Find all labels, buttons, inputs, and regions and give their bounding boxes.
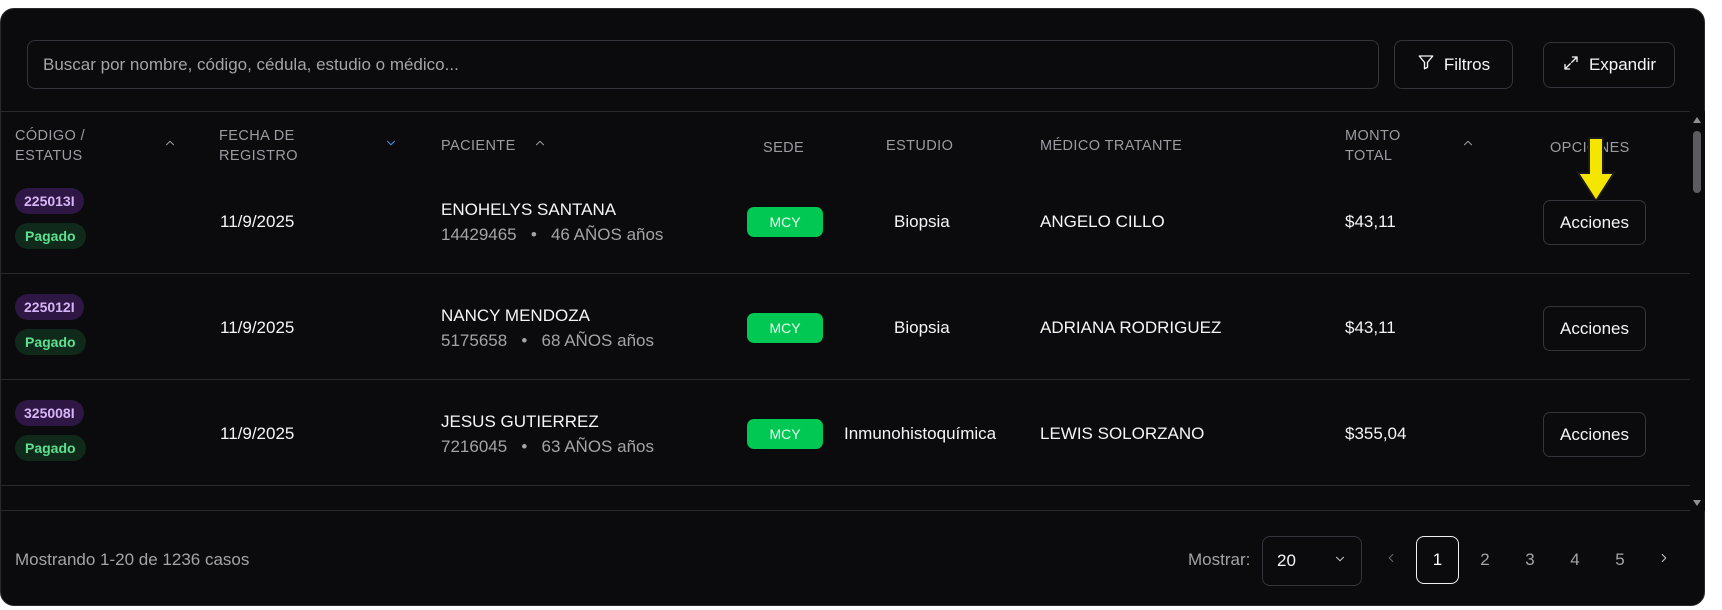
page-button-2[interactable]: 2 (1465, 536, 1505, 584)
patient-age: 68 AÑOS años (541, 331, 654, 350)
table-scrollbar[interactable] (1690, 111, 1705, 511)
filters-label: Filtros (1443, 54, 1491, 74)
header-registro-label: REGISTRO (219, 148, 298, 164)
patient-age: 63 AÑOS años (541, 437, 654, 456)
sede-badge: MCY (747, 419, 823, 449)
expand-label: Expandir (1588, 55, 1657, 74)
page-size-value: 20 (1277, 551, 1296, 570)
patient-details: 5175658 • 68 AÑOS años (441, 331, 654, 351)
total-amount: $43,11 (1345, 212, 1396, 231)
page-size-select[interactable]: 20 (1262, 536, 1362, 586)
acciones-button[interactable]: Acciones (1543, 306, 1646, 351)
sede-badge: MCY (747, 313, 823, 343)
chevron-down-icon[interactable] (384, 136, 398, 155)
header-paciente[interactable]: PACIENTE (441, 136, 516, 156)
study-type: Biopsia (894, 212, 950, 231)
patient-id: 7216045 (441, 437, 508, 456)
table-row (0, 486, 1690, 510)
patient-name: ENOHELYS SANTANA (441, 200, 617, 219)
patient-details: 14429465 • 46 AÑOS años (441, 225, 663, 245)
patient-name: NANCY MENDOZA (441, 306, 590, 325)
study-type: Biopsia (894, 318, 950, 337)
chevron-up-icon[interactable] (1461, 136, 1475, 155)
funnel-icon (1417, 53, 1435, 76)
header-estudio-label: ESTUDIO (886, 138, 954, 154)
patient-name: JESUS GUTIERREZ (441, 412, 599, 431)
header-monto-total[interactable]: MONTO TOTAL (1345, 126, 1401, 166)
yellow-arrow-icon (1576, 137, 1616, 208)
header-medico-label: MÉDICO TRATANTE (1040, 138, 1183, 154)
page-button-1[interactable]: 1 (1416, 536, 1459, 584)
total-amount: $43,11 (1345, 318, 1396, 337)
doctor-name: LEWIS SOLORZANO (1040, 424, 1205, 443)
scroll-down-icon[interactable] (1693, 500, 1701, 506)
doctor-name: ADRIANA RODRIGUEZ (1040, 318, 1222, 337)
doctor-name: ANGELO CILLO (1040, 212, 1165, 231)
header-codigo-label: CÓDIGO / (15, 128, 86, 144)
registration-date: 11/9/2025 (220, 318, 295, 337)
case-code-badge[interactable]: 225012I (15, 294, 84, 320)
patient-age: 46 AÑOS años (550, 225, 664, 244)
separator-dot: • (511, 331, 537, 350)
chevron-up-icon[interactable] (163, 136, 177, 155)
header-sede: SEDE (763, 138, 804, 158)
acciones-button[interactable]: Acciones (1543, 412, 1646, 457)
status-badge: Pagado (15, 329, 86, 355)
study-type: Inmunohistoquímica (844, 424, 997, 443)
header-monto-label: MONTO (1345, 128, 1401, 144)
page-size-label: Mostrar: (1188, 550, 1251, 569)
status-badge: Pagado (15, 223, 86, 249)
patient-details: 7216045 • 63 AÑOS años (441, 437, 654, 457)
status-badge: Pagado (15, 435, 86, 461)
header-paciente-label: PACIENTE (441, 138, 516, 154)
expand-button[interactable]: Expandir (1543, 42, 1675, 88)
expand-arrows-icon (1562, 54, 1580, 77)
scroll-up-icon[interactable] (1693, 117, 1701, 123)
registration-date: 11/9/2025 (220, 424, 295, 443)
filters-button[interactable]: Filtros (1394, 40, 1513, 89)
search-input[interactable] (43, 54, 1378, 75)
header-codigo-estatus[interactable]: CÓDIGO / ESTATUS (15, 126, 85, 166)
page-button-4[interactable]: 4 (1555, 536, 1595, 584)
total-amount: $355,04 (1345, 424, 1407, 443)
header-estatus-label: ESTATUS (15, 148, 83, 164)
case-code-badge[interactable]: 225013I (15, 188, 84, 214)
case-code-badge[interactable]: 325008I (15, 400, 84, 426)
page-button-3[interactable]: 3 (1510, 536, 1550, 584)
registration-date: 11/9/2025 (220, 212, 295, 231)
results-summary: Mostrando 1-20 de 1236 casos (15, 550, 250, 569)
separator-dot: • (511, 437, 537, 456)
scrollbar-thumb[interactable] (1693, 131, 1701, 193)
chevron-left-icon (1384, 550, 1398, 570)
patient-id: 5175658 (441, 331, 508, 350)
header-total-label: TOTAL (1345, 148, 1393, 164)
chevron-right-icon (1657, 550, 1671, 570)
search-box[interactable] (27, 40, 1379, 89)
next-page-button[interactable] (1644, 536, 1684, 584)
cases-table: CÓDIGO / ESTATUS FECHA DE REGISTRO PACIE… (0, 111, 1690, 511)
patient-id: 14429465 (441, 225, 517, 244)
header-medico: MÉDICO TRATANTE (1040, 136, 1182, 156)
prev-page-button[interactable] (1371, 536, 1411, 584)
separator-dot: • (521, 225, 547, 244)
header-fecha-label: FECHA DE (219, 128, 295, 144)
table-row: 325008I Pagado 11/9/2025 JESUS GUTIERREZ… (0, 380, 1690, 486)
page-button-5[interactable]: 5 (1600, 536, 1640, 584)
sede-badge: MCY (747, 207, 823, 237)
header-sede-label: SEDE (763, 140, 805, 156)
table-row: 225012I Pagado 11/9/2025 NANCY MENDOZA 5… (0, 274, 1690, 380)
header-fecha-registro[interactable]: FECHA DE REGISTRO (219, 126, 298, 166)
table-row: 225013I Pagado 11/9/2025 ENOHELYS SANTAN… (0, 168, 1690, 274)
chevron-up-icon[interactable] (533, 136, 547, 155)
header-estudio: ESTUDIO (886, 136, 953, 156)
chevron-down-icon (1333, 551, 1347, 571)
